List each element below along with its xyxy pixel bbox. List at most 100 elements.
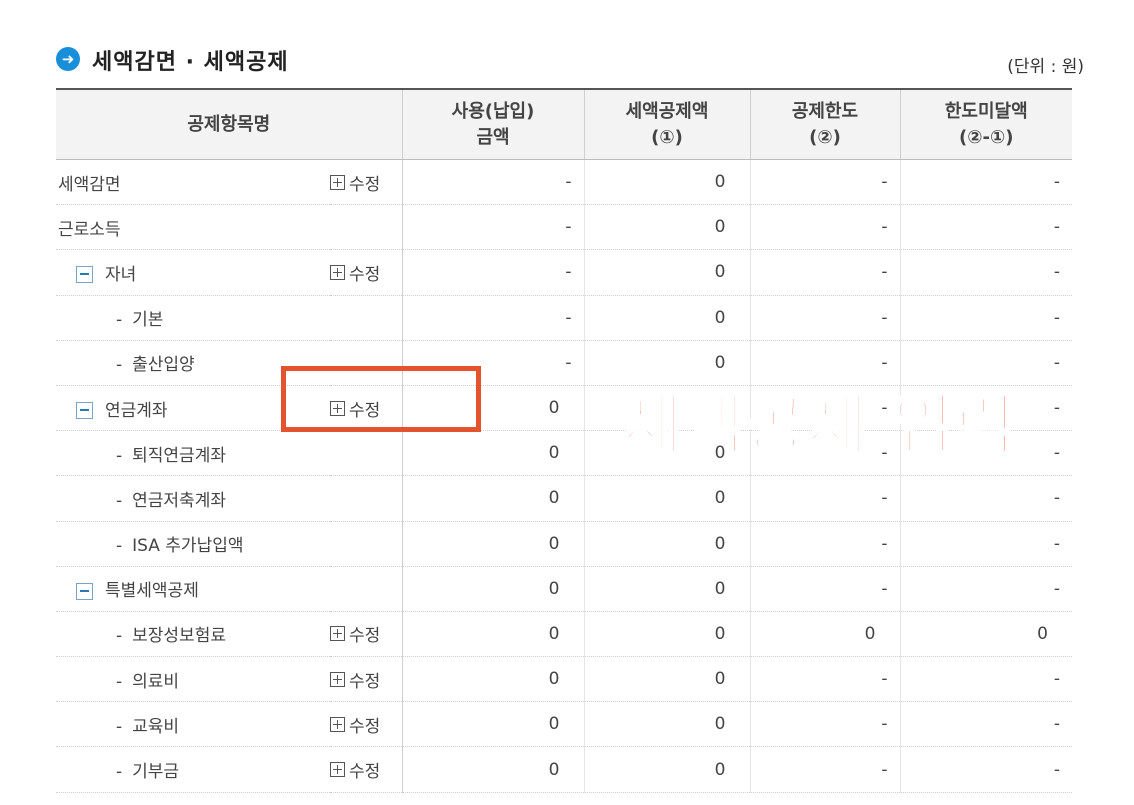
edit-label: 수정 (349, 762, 381, 783)
plus-box-icon (330, 762, 345, 778)
edit-button[interactable]: 수정 (330, 667, 380, 692)
row-label: 세액감면 (58, 174, 121, 195)
value-cell-4: - (899, 746, 1072, 793)
column-header-limit: 공제한도 (②) (749, 89, 900, 160)
edit-cell: 수정 (330, 656, 403, 703)
table-row: - ISA 추가납입액 0 0- - (56, 521, 1072, 567)
column-header-credit-amount: 세액공제액 (①) (583, 89, 750, 160)
value-cell-1: - (401, 159, 584, 206)
value-cell-3: - (749, 521, 900, 567)
value-cell-1: 0 (401, 430, 584, 477)
row-label-cell: 세액감면 (56, 159, 330, 206)
value-cell-3: - (749, 701, 900, 748)
edit-button[interactable]: 수정 (330, 260, 380, 285)
table-row: 근로소득 -0- - (56, 204, 1072, 251)
value-cell-4: - (899, 295, 1072, 341)
value-cell-4: - (899, 249, 1072, 296)
row-label-cell: - ISA 추가납입액 (56, 521, 330, 567)
value-cell-2: 0 (583, 701, 750, 748)
plus-box-icon (330, 264, 345, 280)
row-label: 교육비 (132, 716, 180, 737)
row-label-cell: - 기부금 (56, 746, 330, 793)
value-cell-1: - (401, 295, 584, 341)
unit-label: (단위 : 원) (1007, 57, 1084, 77)
collapse-toggle-icon[interactable] (76, 582, 93, 600)
plus-box-icon (330, 671, 345, 687)
sub-item-dash: - (116, 626, 123, 647)
row-label-cell: - 퇴직연금계좌 (56, 430, 330, 477)
value-cell-4: - (899, 521, 1072, 567)
value-cell-4: - (899, 701, 1072, 748)
row-label: 특별세액공제 (105, 581, 199, 602)
row-label-cell: - 의료비 (56, 656, 330, 703)
sub-item-dash: - (116, 762, 123, 783)
value-cell-4: - (899, 566, 1072, 612)
plus-box-icon (330, 174, 345, 190)
value-cell-4: 0 (899, 611, 1072, 658)
row-label-cell: - 보장성보험료 (56, 611, 330, 658)
row-label: 보장성보험료 (132, 626, 226, 647)
table-row: - 연금저축계좌 0 0- - (56, 475, 1072, 522)
edit-cell (330, 430, 403, 477)
edit-button[interactable]: 수정 (330, 621, 380, 646)
overlay-caption: 세액공제 입력 (620, 386, 1017, 466)
sub-item-dash: - (116, 355, 123, 376)
value-cell-2: 0 (583, 249, 750, 296)
row-label: 출산입양 (132, 355, 195, 376)
value-cell-4: - (899, 656, 1072, 703)
value-cell-2: 0 (583, 521, 750, 567)
table-row: - 의료비 수정 0 0- - (56, 656, 1072, 703)
edit-label: 수정 (349, 626, 381, 647)
value-cell-2: 0 (583, 295, 750, 341)
row-label-cell: 특별세액공제 (56, 566, 330, 612)
edit-label: 수정 (349, 264, 381, 285)
column-header-paid-amount: 사용(납입) 금액 (401, 89, 584, 160)
sub-item-dash: - (116, 536, 123, 557)
section-header: ➜ 세액감면 · 세액공제 (단위 : 원) (56, 38, 1084, 78)
value-cell-3: - (749, 746, 900, 793)
value-cell-1: 0 (401, 521, 584, 567)
table-header-row: 공제항목명 사용(납입) 금액 세액공제액 (①) 공제한도 (②) 한도미달액 (②-… (56, 89, 1072, 160)
table-row: 특별세액공제 0 0- - (56, 566, 1072, 612)
value-cell-1: 0 (401, 566, 584, 612)
value-cell-2: 0 (583, 159, 750, 206)
edit-button[interactable]: 수정 (330, 712, 380, 737)
sub-item-dash: - (116, 310, 123, 331)
value-cell-3: - (749, 204, 900, 251)
value-cell-2: 0 (583, 611, 750, 658)
plus-box-icon (330, 716, 345, 732)
collapse-toggle-icon[interactable] (76, 266, 93, 284)
plus-box-icon (330, 626, 345, 642)
value-cell-1: 0 (401, 701, 584, 748)
value-cell-2: 0 (583, 475, 750, 522)
edit-button[interactable]: 수정 (330, 757, 380, 782)
value-cell-3: 0 (749, 611, 900, 658)
sub-item-dash: - (116, 671, 123, 692)
edit-cell: 수정 (330, 746, 403, 793)
row-label: 기부금 (132, 762, 180, 783)
edit-cell (330, 521, 403, 567)
row-label-cell: - 기본 (56, 295, 330, 341)
arrow-circle-icon: ➜ (56, 47, 80, 71)
row-label-cell: 자녀 (56, 249, 330, 296)
edit-label: 수정 (349, 174, 381, 195)
sub-item-dash: - (116, 445, 123, 466)
row-label-cell: 근로소득 (56, 204, 330, 251)
value-cell-1: - (401, 249, 584, 296)
edit-cell: 수정 (330, 611, 403, 658)
row-label: 근로소득 (58, 219, 121, 240)
column-header-item-name: 공제항목명 (56, 89, 402, 160)
row-label: 기본 (132, 310, 164, 331)
collapse-toggle-icon[interactable] (76, 402, 93, 420)
value-cell-3: - (749, 566, 900, 612)
row-label: 의료비 (132, 671, 180, 692)
edit-cell: 수정 (330, 701, 403, 748)
value-cell-2: 0 (583, 746, 750, 793)
row-label-cell: - 연금저축계좌 (56, 475, 330, 522)
value-cell-3: - (749, 295, 900, 341)
value-cell-1: - (401, 204, 584, 251)
edit-label: 수정 (349, 716, 381, 737)
edit-button[interactable]: 수정 (330, 170, 380, 195)
edit-cell (330, 204, 403, 251)
value-cell-2: 0 (583, 656, 750, 703)
